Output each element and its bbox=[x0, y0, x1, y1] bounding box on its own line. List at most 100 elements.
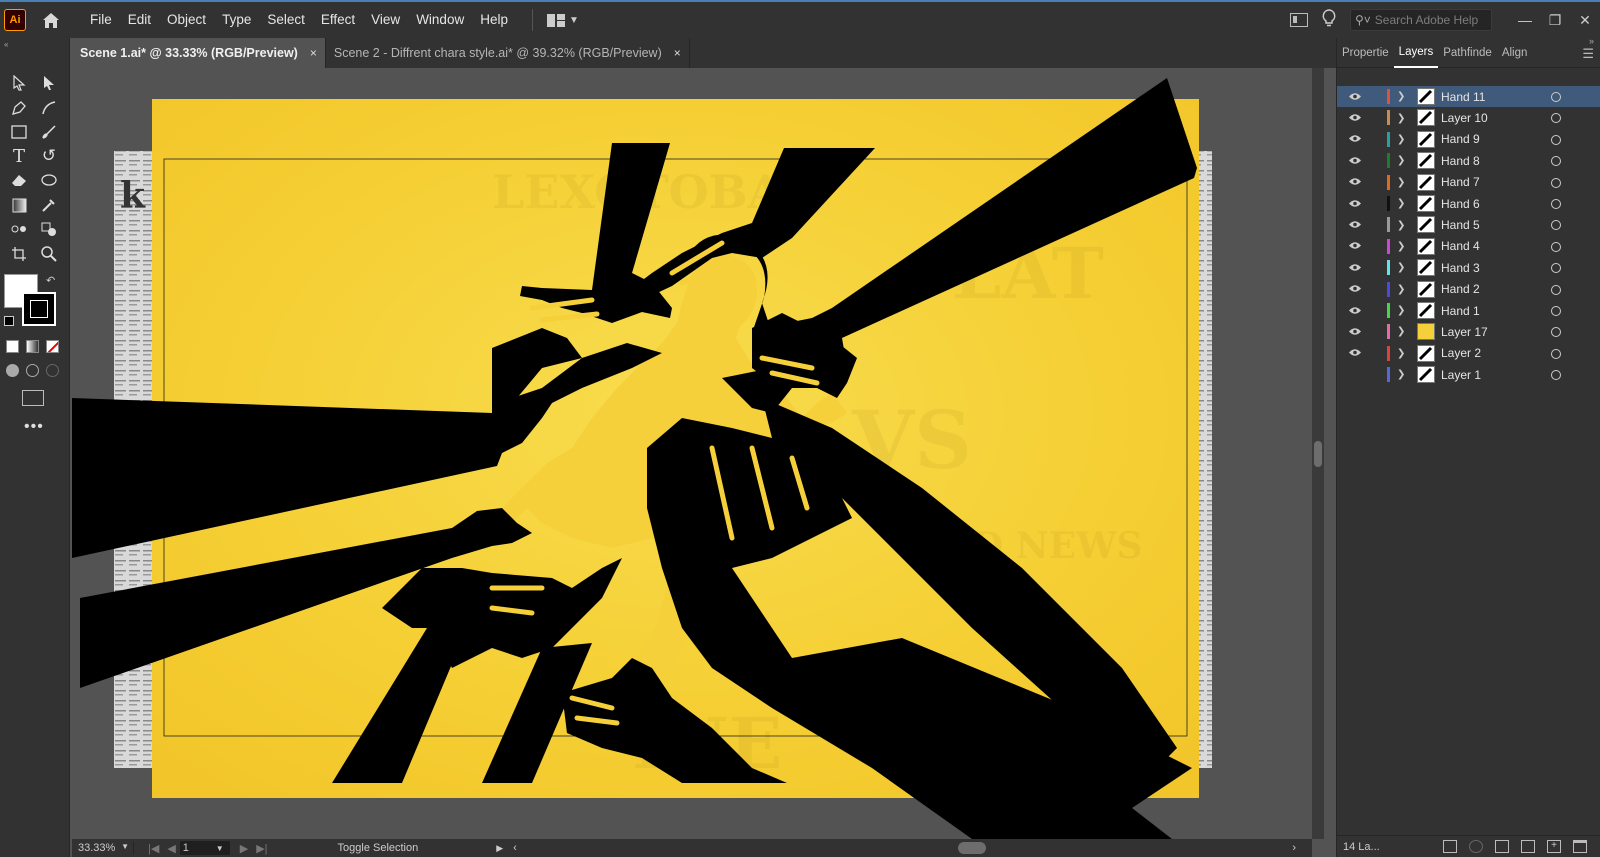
chevron-right-icon[interactable]: ❯ bbox=[1397, 177, 1405, 188]
target-circle-icon[interactable] bbox=[1551, 284, 1561, 295]
locate-object-icon[interactable] bbox=[1469, 840, 1483, 853]
vertical-scroll-thumb[interactable] bbox=[1314, 441, 1322, 467]
chevron-right-icon[interactable]: ❯ bbox=[1397, 241, 1405, 252]
eyedropper-tool-icon[interactable] bbox=[38, 194, 60, 216]
home-icon[interactable] bbox=[40, 9, 62, 31]
close-tab-icon[interactable]: × bbox=[310, 46, 317, 60]
selection-tool-icon[interactable] bbox=[8, 72, 30, 94]
layer-name[interactable]: Hand 1 bbox=[1441, 304, 1480, 318]
layer-name[interactable]: Hand 5 bbox=[1441, 218, 1480, 232]
chevron-right-icon[interactable]: ❯ bbox=[1397, 198, 1405, 209]
warp-tool-icon[interactable] bbox=[38, 169, 60, 191]
horizontal-scroll-thumb[interactable] bbox=[958, 842, 986, 854]
layer-row[interactable]: ❯ Hand 9 bbox=[1337, 129, 1600, 150]
stroke-color-swatch[interactable] bbox=[22, 292, 56, 326]
layer-name[interactable]: Hand 3 bbox=[1441, 261, 1480, 275]
chevron-right-icon[interactable]: ❯ bbox=[1397, 369, 1405, 380]
search-help-field[interactable]: ⚲˅ Search Adobe Help bbox=[1350, 9, 1492, 31]
eye-visibility-icon[interactable] bbox=[1347, 218, 1363, 232]
target-circle-icon[interactable] bbox=[1551, 134, 1561, 145]
zoom-tool-icon[interactable] bbox=[38, 243, 60, 265]
rectangle-tool-icon[interactable] bbox=[8, 121, 30, 143]
chevron-right-icon[interactable]: ❯ bbox=[1397, 326, 1405, 337]
menu-select[interactable]: Select bbox=[259, 2, 313, 38]
layer-row[interactable]: ❯ Hand 1 bbox=[1337, 300, 1600, 321]
eye-visibility-icon[interactable] bbox=[1347, 111, 1363, 125]
target-circle-icon[interactable] bbox=[1551, 113, 1561, 124]
layer-row[interactable]: ❯ Hand 5 bbox=[1337, 214, 1600, 235]
blend-tool-icon[interactable] bbox=[8, 218, 30, 240]
minimize-button[interactable]: — bbox=[1510, 12, 1540, 28]
eye-visibility-icon[interactable] bbox=[1347, 175, 1363, 189]
chevron-down-icon[interactable]: ▼ bbox=[216, 844, 224, 853]
live-paint-tool-icon[interactable] bbox=[38, 218, 60, 240]
layer-row[interactable]: ❯ Layer 2 bbox=[1337, 343, 1600, 364]
target-circle-icon[interactable] bbox=[1551, 348, 1561, 359]
layer-name[interactable]: Hand 7 bbox=[1441, 175, 1480, 189]
close-window-button[interactable]: ✕ bbox=[1570, 12, 1600, 29]
target-circle-icon[interactable] bbox=[1551, 263, 1561, 274]
eye-visibility-icon[interactable] bbox=[1347, 90, 1363, 104]
layer-row[interactable]: ❯ Hand 3 bbox=[1337, 257, 1600, 278]
chevron-right-icon[interactable]: ❯ bbox=[1397, 284, 1405, 295]
export-icon[interactable] bbox=[1443, 840, 1457, 853]
delete-layer-icon[interactable] bbox=[1573, 840, 1587, 853]
chevron-right-icon[interactable]: ❯ bbox=[1397, 91, 1405, 102]
workspace-switcher[interactable]: ▼ bbox=[531, 9, 579, 31]
menu-type[interactable]: Type bbox=[214, 2, 259, 38]
none-mode-icon[interactable] bbox=[46, 340, 59, 353]
layer-row[interactable]: ❯ Layer 1 bbox=[1337, 364, 1600, 385]
eye-visibility-icon[interactable] bbox=[1347, 304, 1363, 318]
first-artboard-icon[interactable]: |◀ bbox=[148, 842, 159, 855]
artboard-tool-icon[interactable] bbox=[8, 243, 30, 265]
layer-row[interactable]: ❯ Hand 2 bbox=[1337, 279, 1600, 300]
target-circle-icon[interactable] bbox=[1551, 156, 1561, 167]
eye-visibility-icon[interactable] bbox=[1347, 154, 1363, 168]
draw-behind-icon[interactable] bbox=[26, 364, 39, 377]
paintbrush-tool-icon[interactable] bbox=[38, 121, 60, 143]
chevron-right-icon[interactable]: ❯ bbox=[1397, 262, 1405, 273]
target-circle-icon[interactable] bbox=[1551, 305, 1561, 316]
previous-artboard-icon[interactable]: ◀ bbox=[167, 842, 175, 855]
status-menu-arrow-icon[interactable]: ▶ bbox=[496, 843, 503, 854]
menu-effect[interactable]: Effect bbox=[313, 2, 363, 38]
layer-row[interactable]: ❯ Hand 11 bbox=[1337, 86, 1600, 108]
pen-tool-icon[interactable] bbox=[8, 97, 30, 119]
panel-tab-propertie[interactable]: Propertie bbox=[1337, 38, 1394, 68]
target-circle-icon[interactable] bbox=[1551, 198, 1561, 209]
gradient-tool-icon[interactable] bbox=[8, 194, 30, 216]
maximize-button[interactable]: ❐ bbox=[1540, 12, 1570, 29]
new-layer-icon[interactable]: + bbox=[1547, 840, 1561, 853]
chevron-right-icon[interactable]: ❯ bbox=[1397, 134, 1405, 145]
last-artboard-icon[interactable]: ▶| bbox=[256, 842, 267, 855]
chevron-right-icon[interactable]: ❯ bbox=[1397, 220, 1405, 231]
eye-visibility-icon[interactable] bbox=[1347, 325, 1363, 339]
chevron-right-icon[interactable]: ❯ bbox=[1397, 305, 1405, 316]
color-mode-icon[interactable] bbox=[6, 340, 19, 353]
new-sublayer-icon[interactable] bbox=[1521, 840, 1535, 853]
target-circle-icon[interactable] bbox=[1551, 370, 1561, 381]
eye-visibility-icon[interactable] bbox=[1347, 239, 1363, 253]
screen-mode-icon[interactable] bbox=[22, 390, 44, 406]
panel-tab-layers[interactable]: Layers bbox=[1393, 37, 1439, 68]
layer-row[interactable]: ❯ Layer 10 bbox=[1337, 107, 1600, 128]
panel-tab-pathfinde[interactable]: Pathfinde bbox=[1438, 38, 1497, 68]
panel-menu-icon[interactable]: ☰ bbox=[1582, 46, 1594, 62]
vertical-scrollbar[interactable] bbox=[1312, 68, 1324, 839]
toolbar-collapse-icon[interactable]: « bbox=[4, 40, 8, 49]
menu-edit[interactable]: Edit bbox=[120, 2, 159, 38]
target-circle-icon[interactable] bbox=[1551, 92, 1561, 102]
chevron-right-icon[interactable]: ❯ bbox=[1397, 348, 1405, 359]
direct-selection-tool-icon[interactable] bbox=[38, 72, 60, 94]
eye-visibility-icon[interactable] bbox=[1347, 261, 1363, 275]
scroll-left-icon[interactable]: ‹ bbox=[513, 842, 517, 854]
canvas-area[interactable]: k LEXOTOBA LAT VS D NEWS INE bbox=[72, 68, 1312, 839]
discover-bulb-icon[interactable] bbox=[1322, 8, 1336, 32]
type-tool-icon[interactable]: T bbox=[8, 145, 30, 167]
layer-row[interactable]: ❯ Hand 4 bbox=[1337, 236, 1600, 257]
eye-visibility-icon[interactable] bbox=[1347, 282, 1363, 296]
close-tab-icon[interactable]: × bbox=[674, 46, 681, 60]
swap-fill-stroke-icon[interactable]: ↶ bbox=[46, 274, 55, 287]
rotate-tool-icon[interactable]: ↺ bbox=[38, 145, 60, 167]
document-tab-1[interactable]: Scene 1.ai* @ 33.33% (RGB/Preview) × bbox=[72, 38, 326, 68]
